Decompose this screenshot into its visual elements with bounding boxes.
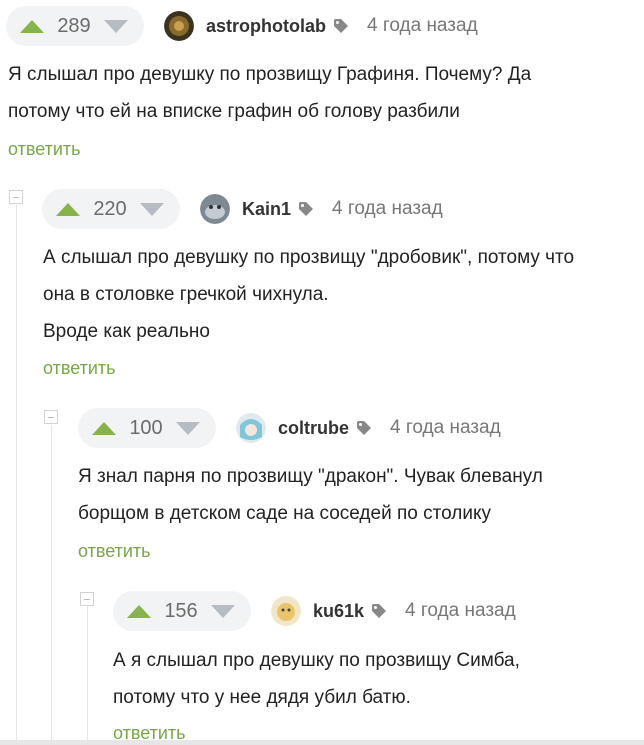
comment-text: А я слышал про девушку по прозвищу Симба… xyxy=(113,650,520,708)
author-name[interactable]: astrophotolab xyxy=(206,16,326,37)
arrow-down-icon[interactable] xyxy=(140,202,164,216)
avatar[interactable] xyxy=(236,413,266,443)
avatar[interactable] xyxy=(164,11,194,41)
comment-header: 289 astrophotolab 4 года назад xyxy=(6,6,478,46)
avatar[interactable] xyxy=(200,194,230,224)
rating-count: 289 xyxy=(57,14,91,37)
thread-line xyxy=(16,205,17,745)
comment-text: А слышал про девушку по прозвищу "дробов… xyxy=(43,247,575,342)
arrow-down-icon[interactable] xyxy=(211,604,235,618)
reply-link[interactable]: ответить xyxy=(8,139,81,160)
author-name[interactable]: Kain1 xyxy=(242,199,291,220)
reply-link[interactable]: ответить xyxy=(78,541,151,562)
collapse-icon[interactable] xyxy=(44,410,58,424)
thread-line xyxy=(87,606,88,745)
horizontal-scrollbar[interactable] xyxy=(0,740,644,745)
comment-time: 4 года назад xyxy=(367,15,478,36)
vote-box: 289 xyxy=(6,6,144,46)
tag-icon[interactable] xyxy=(356,420,372,436)
rating-count: 156 xyxy=(164,599,198,622)
rating-count: 100 xyxy=(129,416,163,439)
tag-icon[interactable] xyxy=(298,201,314,217)
arrow-up-icon[interactable] xyxy=(92,421,116,435)
author-name[interactable]: coltrube xyxy=(278,418,349,439)
tag-icon[interactable] xyxy=(333,18,349,34)
comment-header: 156 ku61k 4 года назад xyxy=(113,591,516,631)
arrow-up-icon[interactable] xyxy=(20,19,44,33)
reply-link[interactable]: ответить xyxy=(43,358,116,379)
comment-time: 4 года назад xyxy=(390,417,501,438)
arrow-down-icon[interactable] xyxy=(104,19,128,33)
vote-box: 220 xyxy=(42,189,180,229)
arrow-up-icon[interactable] xyxy=(56,202,80,216)
comment-header: 220 Kain1 4 года назад xyxy=(42,189,443,229)
comment-header: 100 coltrube 4 года назад xyxy=(78,408,501,448)
thread-line xyxy=(51,425,52,745)
vote-box: 156 xyxy=(113,591,251,631)
author-name[interactable]: ku61k xyxy=(313,601,364,622)
vote-box: 100 xyxy=(78,408,216,448)
comment-time: 4 года назад xyxy=(332,198,443,219)
comment-text: Я слышал про девушку по прозвищу Графиня… xyxy=(8,64,532,122)
arrow-up-icon[interactable] xyxy=(127,604,151,618)
comment-time: 4 года назад xyxy=(405,600,516,621)
collapse-icon[interactable] xyxy=(80,592,94,606)
collapse-icon[interactable] xyxy=(9,190,23,204)
comment-text: Я знал парня по прозвищу "дракон". Чувак… xyxy=(78,466,543,524)
rating-count: 220 xyxy=(93,197,127,220)
avatar[interactable] xyxy=(271,596,301,626)
arrow-down-icon[interactable] xyxy=(176,421,200,435)
tag-icon[interactable] xyxy=(371,603,387,619)
